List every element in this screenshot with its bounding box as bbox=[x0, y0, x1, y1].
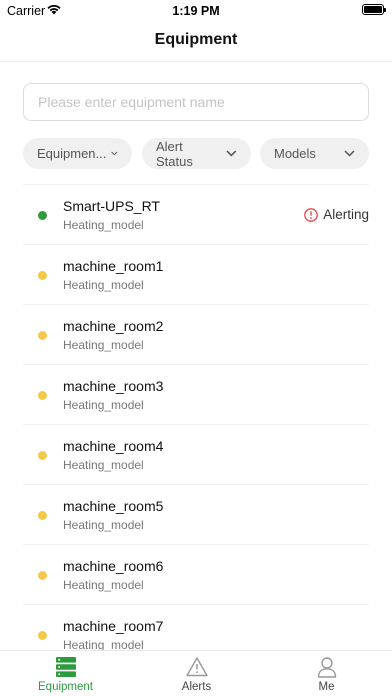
equipment-filter-dropdown[interactable]: Equipmen... bbox=[23, 138, 132, 169]
equipment-name: machine_room1 bbox=[63, 258, 164, 274]
equipment-model: Heating_model bbox=[63, 578, 144, 592]
nav-bar: Equipment bbox=[0, 22, 392, 62]
equipment-list: Smart-UPS_RT Heating_model Alerting mach… bbox=[23, 184, 369, 650]
battery-icon bbox=[362, 4, 386, 15]
status-dot bbox=[38, 211, 47, 220]
equipment-model: Heating_model bbox=[63, 518, 144, 532]
list-item[interactable]: machine_room5 Heating_model bbox=[23, 485, 369, 545]
list-item[interactable]: machine_room2 Heating_model bbox=[23, 305, 369, 365]
status-dot bbox=[38, 331, 47, 340]
server-icon bbox=[55, 657, 76, 677]
clock: 1:19 PM bbox=[172, 4, 220, 18]
tab-label: Equipment bbox=[38, 681, 93, 693]
equipment-model: Heating_model bbox=[63, 398, 144, 412]
equipment-name: machine_room6 bbox=[63, 558, 164, 574]
equipment-name: machine_room2 bbox=[63, 318, 164, 334]
equipment-filter-label: Equipmen... bbox=[37, 146, 107, 161]
status-dot bbox=[38, 571, 47, 580]
equipment-model: Heating_model bbox=[63, 218, 144, 232]
list-item[interactable]: machine_room6 Heating_model bbox=[23, 545, 369, 605]
filter-bar: Equipmen... Alert Status Models bbox=[23, 138, 369, 169]
equipment-name: machine_room5 bbox=[63, 498, 164, 514]
alert-status-badge: Alerting bbox=[304, 207, 369, 222]
tab-me[interactable]: Me bbox=[261, 651, 392, 696]
status-dot bbox=[38, 391, 47, 400]
list-item[interactable]: machine_room4 Heating_model bbox=[23, 425, 369, 485]
status-bar: Carrier 1:19 PM bbox=[0, 0, 392, 22]
list-item[interactable]: machine_room1 Heating_model bbox=[23, 245, 369, 305]
chevron-down-icon bbox=[226, 150, 237, 157]
search-input[interactable] bbox=[23, 83, 369, 121]
equipment-model: Heating_model bbox=[63, 458, 144, 472]
tab-alerts[interactable]: Alerts bbox=[131, 651, 262, 696]
user-icon bbox=[317, 657, 336, 678]
chevron-down-icon bbox=[344, 150, 355, 157]
tab-label: Me bbox=[318, 681, 335, 693]
equipment-name: machine_room3 bbox=[63, 378, 164, 394]
tab-label: Alerts bbox=[181, 681, 212, 693]
status-dot bbox=[38, 511, 47, 520]
list-item[interactable]: Smart-UPS_RT Heating_model Alerting bbox=[23, 185, 369, 245]
equipment-model: Heating_model bbox=[63, 638, 144, 650]
status-dot bbox=[38, 631, 47, 640]
alert-status-label: Alerting bbox=[323, 207, 369, 222]
list-item[interactable]: machine_room3 Heating_model bbox=[23, 365, 369, 425]
equipment-name: machine_room7 bbox=[63, 618, 164, 634]
warning-triangle-icon bbox=[185, 657, 208, 677]
equipment-model: Heating_model bbox=[63, 278, 144, 292]
page-title: Equipment bbox=[154, 31, 238, 48]
equipment-name: machine_room4 bbox=[63, 438, 164, 454]
list-item[interactable]: machine_room7 Heating_model bbox=[23, 605, 369, 650]
equipment-model: Heating_model bbox=[63, 338, 144, 352]
chevron-down-icon bbox=[111, 151, 118, 156]
tab-equipment[interactable]: Equipment bbox=[0, 651, 131, 696]
status-dot bbox=[38, 271, 47, 280]
alert-circle-icon bbox=[304, 207, 319, 222]
alert-status-filter-dropdown[interactable]: Alert Status bbox=[142, 138, 251, 169]
tab-bar: Equipment Alerts Me bbox=[0, 650, 392, 696]
status-dot bbox=[38, 451, 47, 460]
models-filter-label: Models bbox=[274, 146, 316, 161]
equipment-name: Smart-UPS_RT bbox=[63, 198, 160, 214]
models-filter-dropdown[interactable]: Models bbox=[260, 138, 369, 169]
alert-status-filter-label: Alert Status bbox=[156, 138, 193, 169]
